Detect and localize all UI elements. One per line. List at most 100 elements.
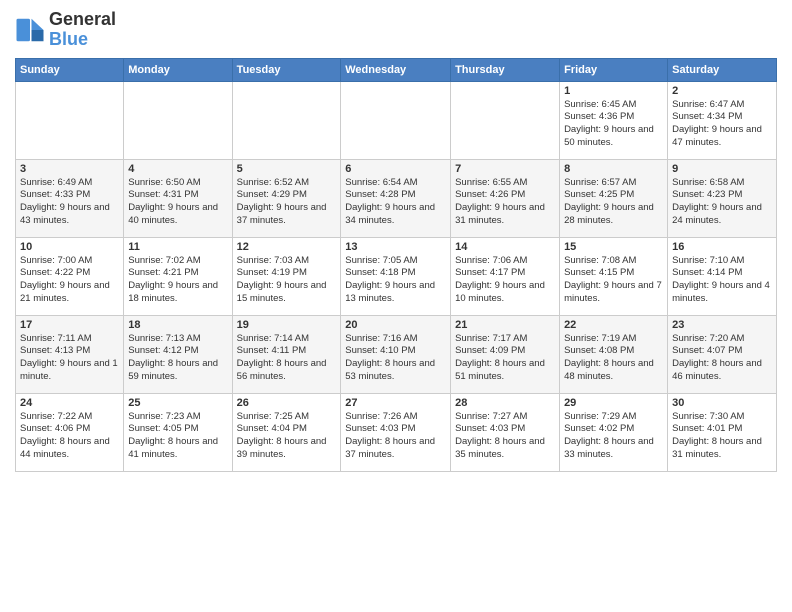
- calendar-cell: 8 Sunrise: 6:57 AM Sunset: 4:25 PM Daylig…: [560, 159, 668, 237]
- day-info: Sunrise: 7:02 AM Sunset: 4:21 PM Dayligh…: [128, 255, 227, 306]
- day-number: 30: [672, 397, 772, 409]
- calendar-cell: 23 Sunrise: 7:20 AM Sunset: 4:07 PM Dayli…: [668, 315, 777, 393]
- day-info: Sunrise: 7:27 AM Sunset: 4:03 PM Dayligh…: [455, 411, 555, 462]
- day-info: Sunrise: 7:14 AM Sunset: 4:11 PM Dayligh…: [237, 333, 337, 384]
- day-info: Sunrise: 6:47 AM Sunset: 4:34 PM Dayligh…: [672, 99, 772, 150]
- day-number: 8: [564, 163, 663, 175]
- day-number: 17: [20, 319, 119, 331]
- calendar-cell: 3 Sunrise: 6:49 AM Sunset: 4:33 PM Daylig…: [16, 159, 124, 237]
- day-info: Sunrise: 6:50 AM Sunset: 4:31 PM Dayligh…: [128, 177, 227, 228]
- day-number: 19: [237, 319, 337, 331]
- calendar-cell: 21Sunrise: 7:17 AM Sunset: 4:09 PM Dayli…: [451, 315, 560, 393]
- calendar-cell: 6Sunrise: 6:54 AM Sunset: 4:28 PM Daylig…: [341, 159, 451, 237]
- day-number: 14: [455, 241, 555, 253]
- calendar-header-thursday: Thursday: [451, 58, 560, 81]
- calendar-cell: 25 Sunrise: 7:23 AM Sunset: 4:05 PM Dayli…: [124, 393, 232, 471]
- calendar-cell: 26 Sunrise: 7:25 AM Sunset: 4:04 PM Dayli…: [232, 393, 341, 471]
- calendar-cell: 13 Sunrise: 7:05 AM Sunset: 4:18 PM Dayli…: [341, 237, 451, 315]
- calendar-cell: 24 Sunrise: 7:22 AM Sunset: 4:06 PM Dayli…: [16, 393, 124, 471]
- calendar-cell: 10 Sunrise: 7:00 AM Sunset: 4:22 PM Dayli…: [16, 237, 124, 315]
- calendar-cell: 11 Sunrise: 7:02 AM Sunset: 4:21 PM Dayli…: [124, 237, 232, 315]
- day-number: 13: [345, 241, 446, 253]
- calendar-cell: 20 Sunrise: 7:16 AM Sunset: 4:10 PM Dayli…: [341, 315, 451, 393]
- day-info: Sunrise: 7:29 AM Sunset: 4:02 PM Dayligh…: [564, 411, 663, 462]
- calendar-week-3: 10 Sunrise: 7:00 AM Sunset: 4:22 PM Dayli…: [16, 237, 777, 315]
- day-info: Sunrise: 7:00 AM Sunset: 4:22 PM Dayligh…: [20, 255, 119, 306]
- day-number: 22: [564, 319, 663, 331]
- calendar-week-5: 24 Sunrise: 7:22 AM Sunset: 4:06 PM Dayli…: [16, 393, 777, 471]
- day-number: 4: [128, 163, 227, 175]
- calendar-cell: 29Sunrise: 7:29 AM Sunset: 4:02 PM Dayli…: [560, 393, 668, 471]
- day-number: 11: [128, 241, 227, 253]
- day-info: Sunrise: 7:08 AM Sunset: 4:15 PM Dayligh…: [564, 255, 663, 306]
- day-info: Sunrise: 7:26 AM Sunset: 4:03 PM Dayligh…: [345, 411, 446, 462]
- header: General Blue: [15, 10, 777, 50]
- day-number: 18: [128, 319, 227, 331]
- day-info: Sunrise: 7:16 AM Sunset: 4:10 PM Dayligh…: [345, 333, 446, 384]
- day-number: 20: [345, 319, 446, 331]
- logo-line1: General: [49, 10, 116, 30]
- day-number: 28: [455, 397, 555, 409]
- calendar-header-wednesday: Wednesday: [341, 58, 451, 81]
- calendar-cell: 28 Sunrise: 7:27 AM Sunset: 4:03 PM Dayli…: [451, 393, 560, 471]
- logo-line2: Blue: [49, 30, 116, 50]
- logo: General Blue: [15, 10, 116, 50]
- day-number: 10: [20, 241, 119, 253]
- calendar-cell: 30 Sunrise: 7:30 AM Sunset: 4:01 PM Dayli…: [668, 393, 777, 471]
- day-info: Sunrise: 6:58 AM Sunset: 4:23 PM Dayligh…: [672, 177, 772, 228]
- day-info: Sunrise: 7:22 AM Sunset: 4:06 PM Dayligh…: [20, 411, 119, 462]
- day-info: Sunrise: 6:52 AM Sunset: 4:29 PM Dayligh…: [237, 177, 337, 228]
- day-info: Sunrise: 6:54 AM Sunset: 4:28 PM Dayligh…: [345, 177, 446, 228]
- calendar-cell: [124, 81, 232, 159]
- day-number: 5: [237, 163, 337, 175]
- calendar-cell: 14Sunrise: 7:06 AM Sunset: 4:17 PM Dayli…: [451, 237, 560, 315]
- calendar-cell: 1 Sunrise: 6:45 AM Sunset: 4:36 PM Daylig…: [560, 81, 668, 159]
- day-info: Sunrise: 6:45 AM Sunset: 4:36 PM Dayligh…: [564, 99, 663, 150]
- calendar-cell: 5 Sunrise: 6:52 AM Sunset: 4:29 PM Daylig…: [232, 159, 341, 237]
- calendar-cell: 18 Sunrise: 7:13 AM Sunset: 4:12 PM Dayli…: [124, 315, 232, 393]
- day-info: Sunrise: 7:20 AM Sunset: 4:07 PM Dayligh…: [672, 333, 772, 384]
- day-info: Sunrise: 7:03 AM Sunset: 4:19 PM Dayligh…: [237, 255, 337, 306]
- day-number: 9: [672, 163, 772, 175]
- day-number: 1: [564, 85, 663, 97]
- calendar-week-1: 1 Sunrise: 6:45 AM Sunset: 4:36 PM Daylig…: [16, 81, 777, 159]
- logo-icon: [15, 15, 45, 45]
- calendar-header-row: SundayMondayTuesdayWednesdayThursdayFrid…: [16, 58, 777, 81]
- calendar-header-saturday: Saturday: [668, 58, 777, 81]
- day-info: Sunrise: 7:30 AM Sunset: 4:01 PM Dayligh…: [672, 411, 772, 462]
- calendar-cell: [451, 81, 560, 159]
- calendar: SundayMondayTuesdayWednesdayThursdayFrid…: [15, 58, 777, 472]
- day-info: Sunrise: 7:13 AM Sunset: 4:12 PM Dayligh…: [128, 333, 227, 384]
- day-info: Sunrise: 7:25 AM Sunset: 4:04 PM Dayligh…: [237, 411, 337, 462]
- day-info: Sunrise: 7:05 AM Sunset: 4:18 PM Dayligh…: [345, 255, 446, 306]
- day-number: 12: [237, 241, 337, 253]
- day-info: Sunrise: 6:55 AM Sunset: 4:26 PM Dayligh…: [455, 177, 555, 228]
- day-info: Sunrise: 6:49 AM Sunset: 4:33 PM Dayligh…: [20, 177, 119, 228]
- calendar-week-2: 3 Sunrise: 6:49 AM Sunset: 4:33 PM Daylig…: [16, 159, 777, 237]
- day-info: Sunrise: 7:11 AM Sunset: 4:13 PM Dayligh…: [20, 333, 119, 384]
- day-number: 21: [455, 319, 555, 331]
- calendar-header-friday: Friday: [560, 58, 668, 81]
- day-number: 3: [20, 163, 119, 175]
- calendar-week-4: 17 Sunrise: 7:11 AM Sunset: 4:13 PM Dayli…: [16, 315, 777, 393]
- day-info: Sunrise: 6:57 AM Sunset: 4:25 PM Dayligh…: [564, 177, 663, 228]
- day-number: 7: [455, 163, 555, 175]
- day-number: 24: [20, 397, 119, 409]
- day-number: 2: [672, 85, 772, 97]
- calendar-header-monday: Monday: [124, 58, 232, 81]
- page-container: General Blue SundayMondayTuesdayWednesda…: [0, 0, 792, 482]
- day-info: Sunrise: 7:23 AM Sunset: 4:05 PM Dayligh…: [128, 411, 227, 462]
- calendar-cell: 17 Sunrise: 7:11 AM Sunset: 4:13 PM Dayli…: [16, 315, 124, 393]
- day-number: 26: [237, 397, 337, 409]
- day-number: 27: [345, 397, 446, 409]
- calendar-cell: 12 Sunrise: 7:03 AM Sunset: 4:19 PM Dayli…: [232, 237, 341, 315]
- calendar-cell: 15Sunrise: 7:08 AM Sunset: 4:15 PM Dayli…: [560, 237, 668, 315]
- logo-text: General Blue: [49, 10, 116, 50]
- day-info: Sunrise: 7:19 AM Sunset: 4:08 PM Dayligh…: [564, 333, 663, 384]
- calendar-header-tuesday: Tuesday: [232, 58, 341, 81]
- calendar-cell: 19 Sunrise: 7:14 AM Sunset: 4:11 PM Dayli…: [232, 315, 341, 393]
- day-number: 25: [128, 397, 227, 409]
- calendar-cell: 7 Sunrise: 6:55 AM Sunset: 4:26 PM Daylig…: [451, 159, 560, 237]
- day-number: 23: [672, 319, 772, 331]
- calendar-cell: 22 Sunrise: 7:19 AM Sunset: 4:08 PM Dayli…: [560, 315, 668, 393]
